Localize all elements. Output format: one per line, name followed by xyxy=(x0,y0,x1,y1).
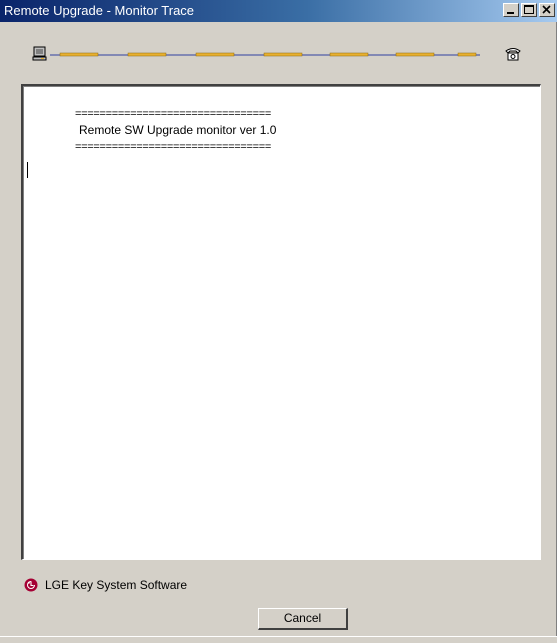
telephone-icon xyxy=(505,48,521,61)
maximize-button[interactable] xyxy=(521,3,537,17)
window-controls xyxy=(503,3,555,17)
status-strip xyxy=(0,636,557,643)
window-title: Remote Upgrade - Monitor Trace xyxy=(4,3,195,18)
title-bar[interactable]: Remote Upgrade - Monitor Trace xyxy=(0,0,557,22)
computer-icon xyxy=(32,46,47,61)
lg-logo-icon xyxy=(24,578,38,592)
trace-banner: Remote SW Upgrade monitor ver 1.0 xyxy=(79,123,277,137)
text-cursor xyxy=(27,162,28,178)
trace-output[interactable]: ================================ Remote … xyxy=(21,84,541,560)
trace-separator-top: ================================ xyxy=(75,108,271,120)
trace-separator-bottom: ================================ xyxy=(75,141,271,153)
minimize-icon xyxy=(507,12,514,14)
monitor-trace-window: Remote Upgrade - Monitor Trace =========… xyxy=(0,0,557,643)
minimize-button[interactable] xyxy=(503,3,519,17)
maximize-icon xyxy=(524,5,534,14)
progress-line xyxy=(50,52,480,57)
cancel-button[interactable]: Cancel xyxy=(258,608,348,630)
brand-text: LGE Key System Software xyxy=(45,578,188,592)
brand-footer: LGE Key System Software xyxy=(24,578,187,592)
close-icon xyxy=(542,5,551,14)
close-button[interactable] xyxy=(539,3,555,17)
transfer-progress xyxy=(0,22,557,74)
